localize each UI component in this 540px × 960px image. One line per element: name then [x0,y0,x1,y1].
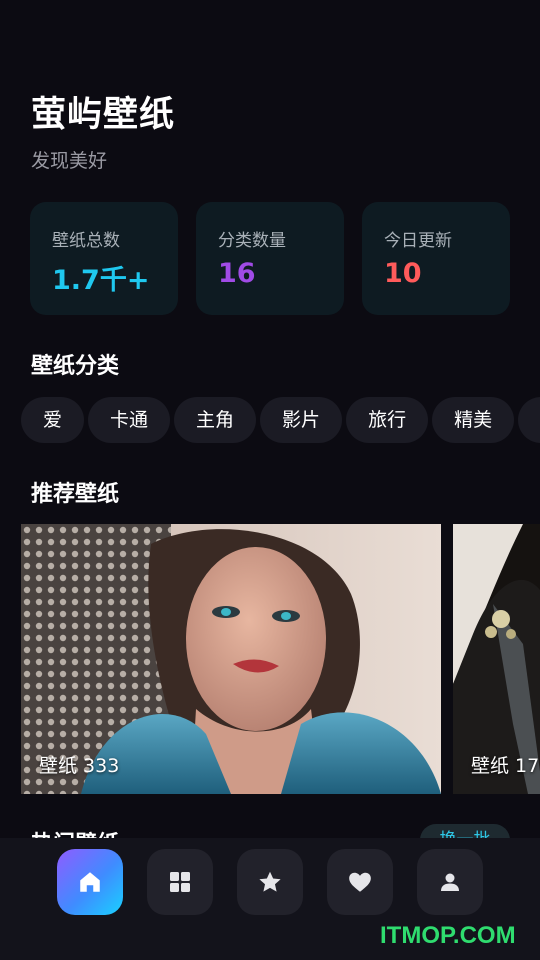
wallpaper-caption: 壁纸 333 [39,755,120,777]
star-icon [259,871,281,892]
stat-value: 10 [384,258,422,289]
nav-featured-button[interactable] [237,849,303,915]
category-chip[interactable]: 精美 [432,397,515,443]
heart-icon [349,872,371,892]
wallpaper-card[interactable]: 壁纸 17 [453,524,540,794]
category-chip[interactable]: 旅行 [346,397,429,443]
stat-label: 分类数量 [218,231,286,251]
watermark-logo: ITMOP.COM [380,922,516,949]
nav-favorites-button[interactable] [327,849,393,915]
wallpaper-card[interactable]: 壁纸 333 [21,524,441,794]
stat-card-total: 壁纸总数 1.7千+ [30,202,178,315]
grid-icon [170,872,190,892]
categories-heading: 壁纸分类 [31,354,120,379]
stat-card-today: 今日更新 10 [362,202,510,315]
stat-label: 今日更新 [384,231,452,251]
page-title: 萤屿壁纸 [31,95,176,135]
stat-value: 1.7千+ [52,265,150,296]
category-chip-list: 爱卡通主角影片旅行精美动物 [21,397,540,443]
nav-profile-button[interactable] [417,849,483,915]
user-icon [441,873,459,891]
recommended-heading: 推荐壁纸 [31,482,120,507]
home-icon [80,872,100,892]
category-chip[interactable]: 爱 [21,397,85,443]
category-chip[interactable]: 影片 [260,397,343,443]
nav-categories-button[interactable] [147,849,213,915]
stat-label: 壁纸总数 [52,231,120,251]
recommended-carousel: 壁纸 333 壁纸 17 [21,524,540,794]
category-chip[interactable]: 卡通 [88,397,171,443]
category-chip[interactable]: 主角 [174,397,257,443]
page-subtitle: 发现美好 [31,150,108,172]
nav-home-button[interactable] [57,849,123,915]
category-chip[interactable]: 动物 [518,397,540,443]
wallpaper-caption: 壁纸 17 [471,755,540,777]
stat-value: 16 [218,258,256,289]
stat-card-categories: 分类数量 16 [196,202,344,315]
